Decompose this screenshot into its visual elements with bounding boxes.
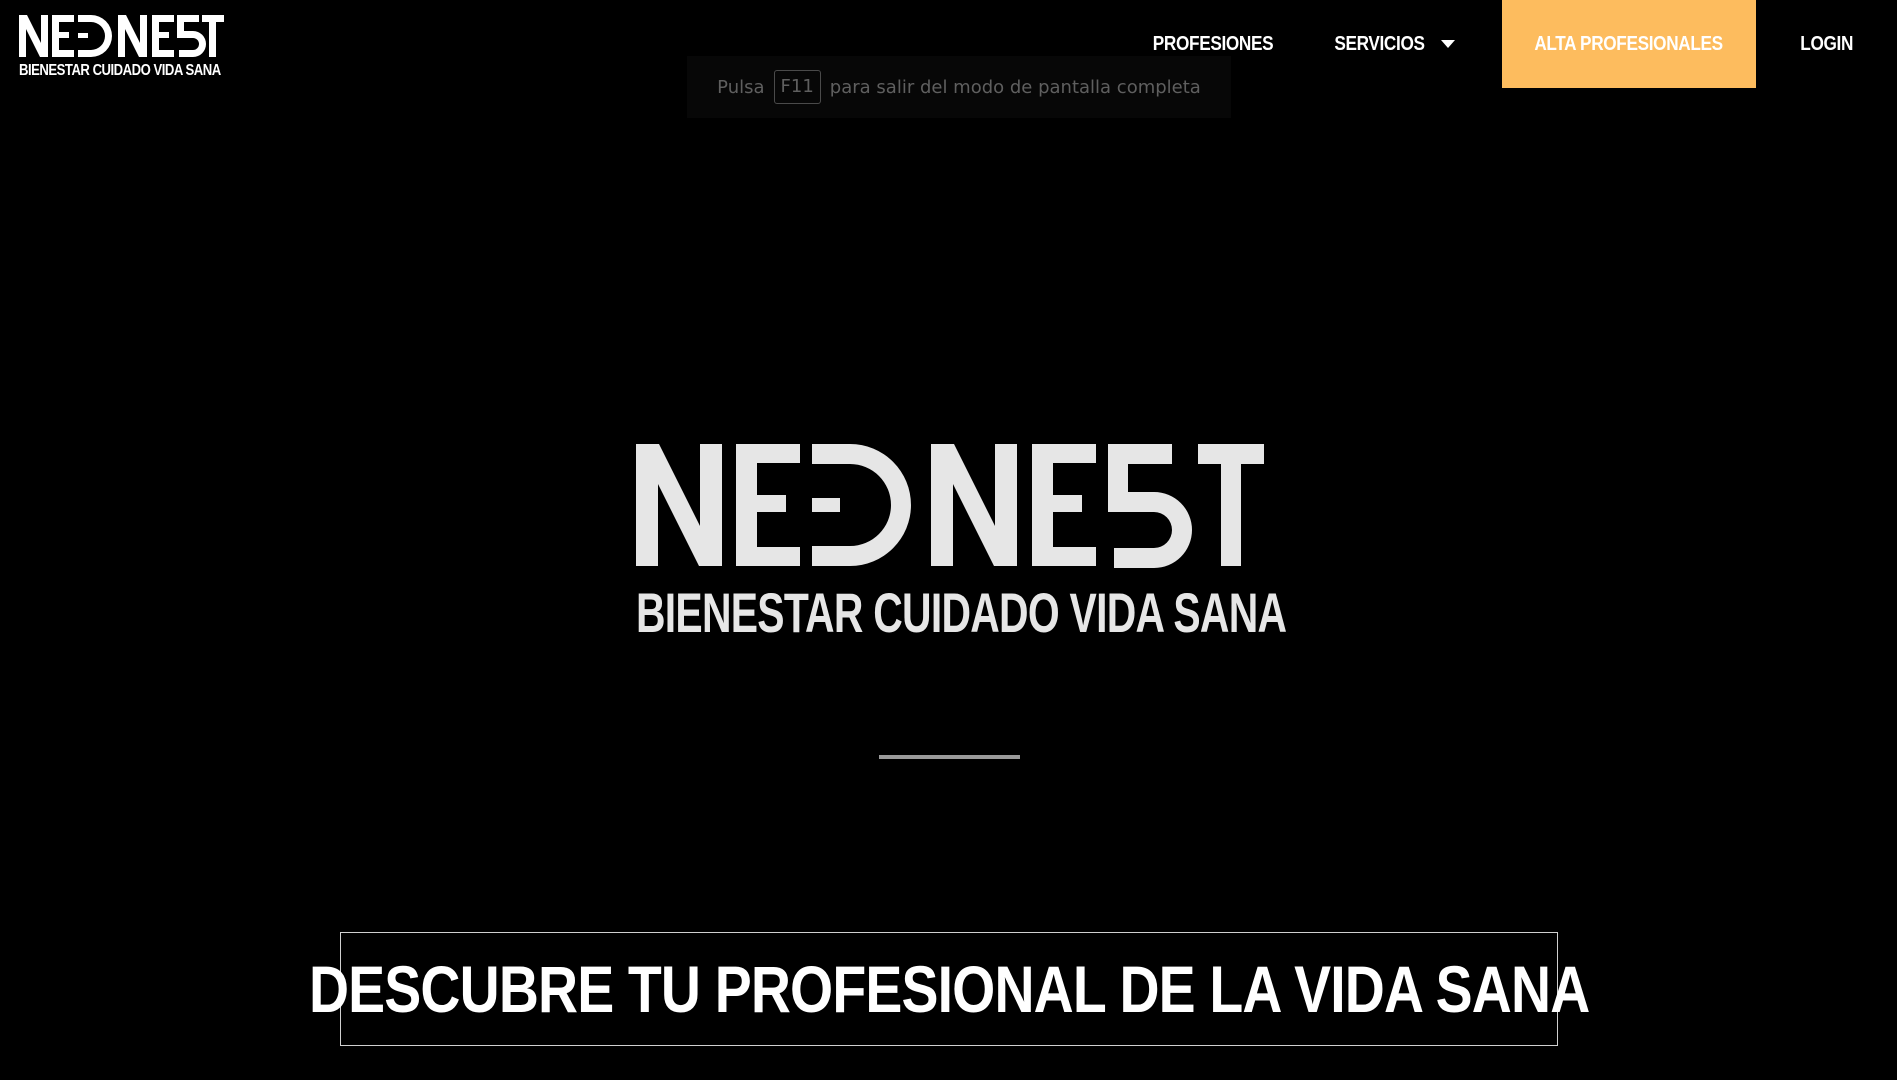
nav-servicios-label: SERVICIOS xyxy=(1333,32,1425,55)
nav-alta-profesionales-label: ALTA PROFESIONALES xyxy=(1534,32,1724,55)
main-nav: PROFESIONES SERVICIOS ALTA PROFESIONALES… xyxy=(1133,0,1897,88)
hero-divider xyxy=(879,755,1020,759)
fullscreen-notice-key: F11 xyxy=(773,70,821,104)
fullscreen-notice-prefix: Pulsa xyxy=(717,76,765,98)
discover-professional-text: DESCUBRE TU PROFESIONAL DE LA VIDA SANA xyxy=(308,952,1590,1026)
nednest-logo-wordmark xyxy=(19,15,224,57)
header-logo[interactable]: BIENESTAR CUIDADO VIDA SANA xyxy=(19,13,224,80)
nav-alta-profesionales-button[interactable]: ALTA PROFESIONALES xyxy=(1502,0,1756,88)
nav-profesiones-label: PROFESIONES xyxy=(1152,32,1274,55)
hero-logo: BIENESTAR CUIDADO VIDA SANA xyxy=(636,440,1287,645)
discover-professional-banner[interactable]: DESCUBRE TU PROFESIONAL DE LA VIDA SANA xyxy=(309,932,1590,1046)
nav-login-label: LOGIN xyxy=(1800,32,1853,55)
nav-login[interactable]: LOGIN xyxy=(1756,0,1897,88)
nav-servicios-dropdown[interactable]: SERVICIOS xyxy=(1301,0,1481,88)
fullscreen-notice-suffix: para salir del modo de pantalla completa xyxy=(829,76,1201,98)
hero-tagline: BIENESTAR CUIDADO VIDA SANA xyxy=(636,581,1287,644)
caret-down-icon xyxy=(1441,40,1456,48)
fullscreen-notice: Pulsa F11 para salir del modo de pantall… xyxy=(687,56,1231,118)
nednest-hero-wordmark xyxy=(636,444,1264,568)
header-tagline: BIENESTAR CUIDADO VIDA SANA xyxy=(19,62,221,79)
